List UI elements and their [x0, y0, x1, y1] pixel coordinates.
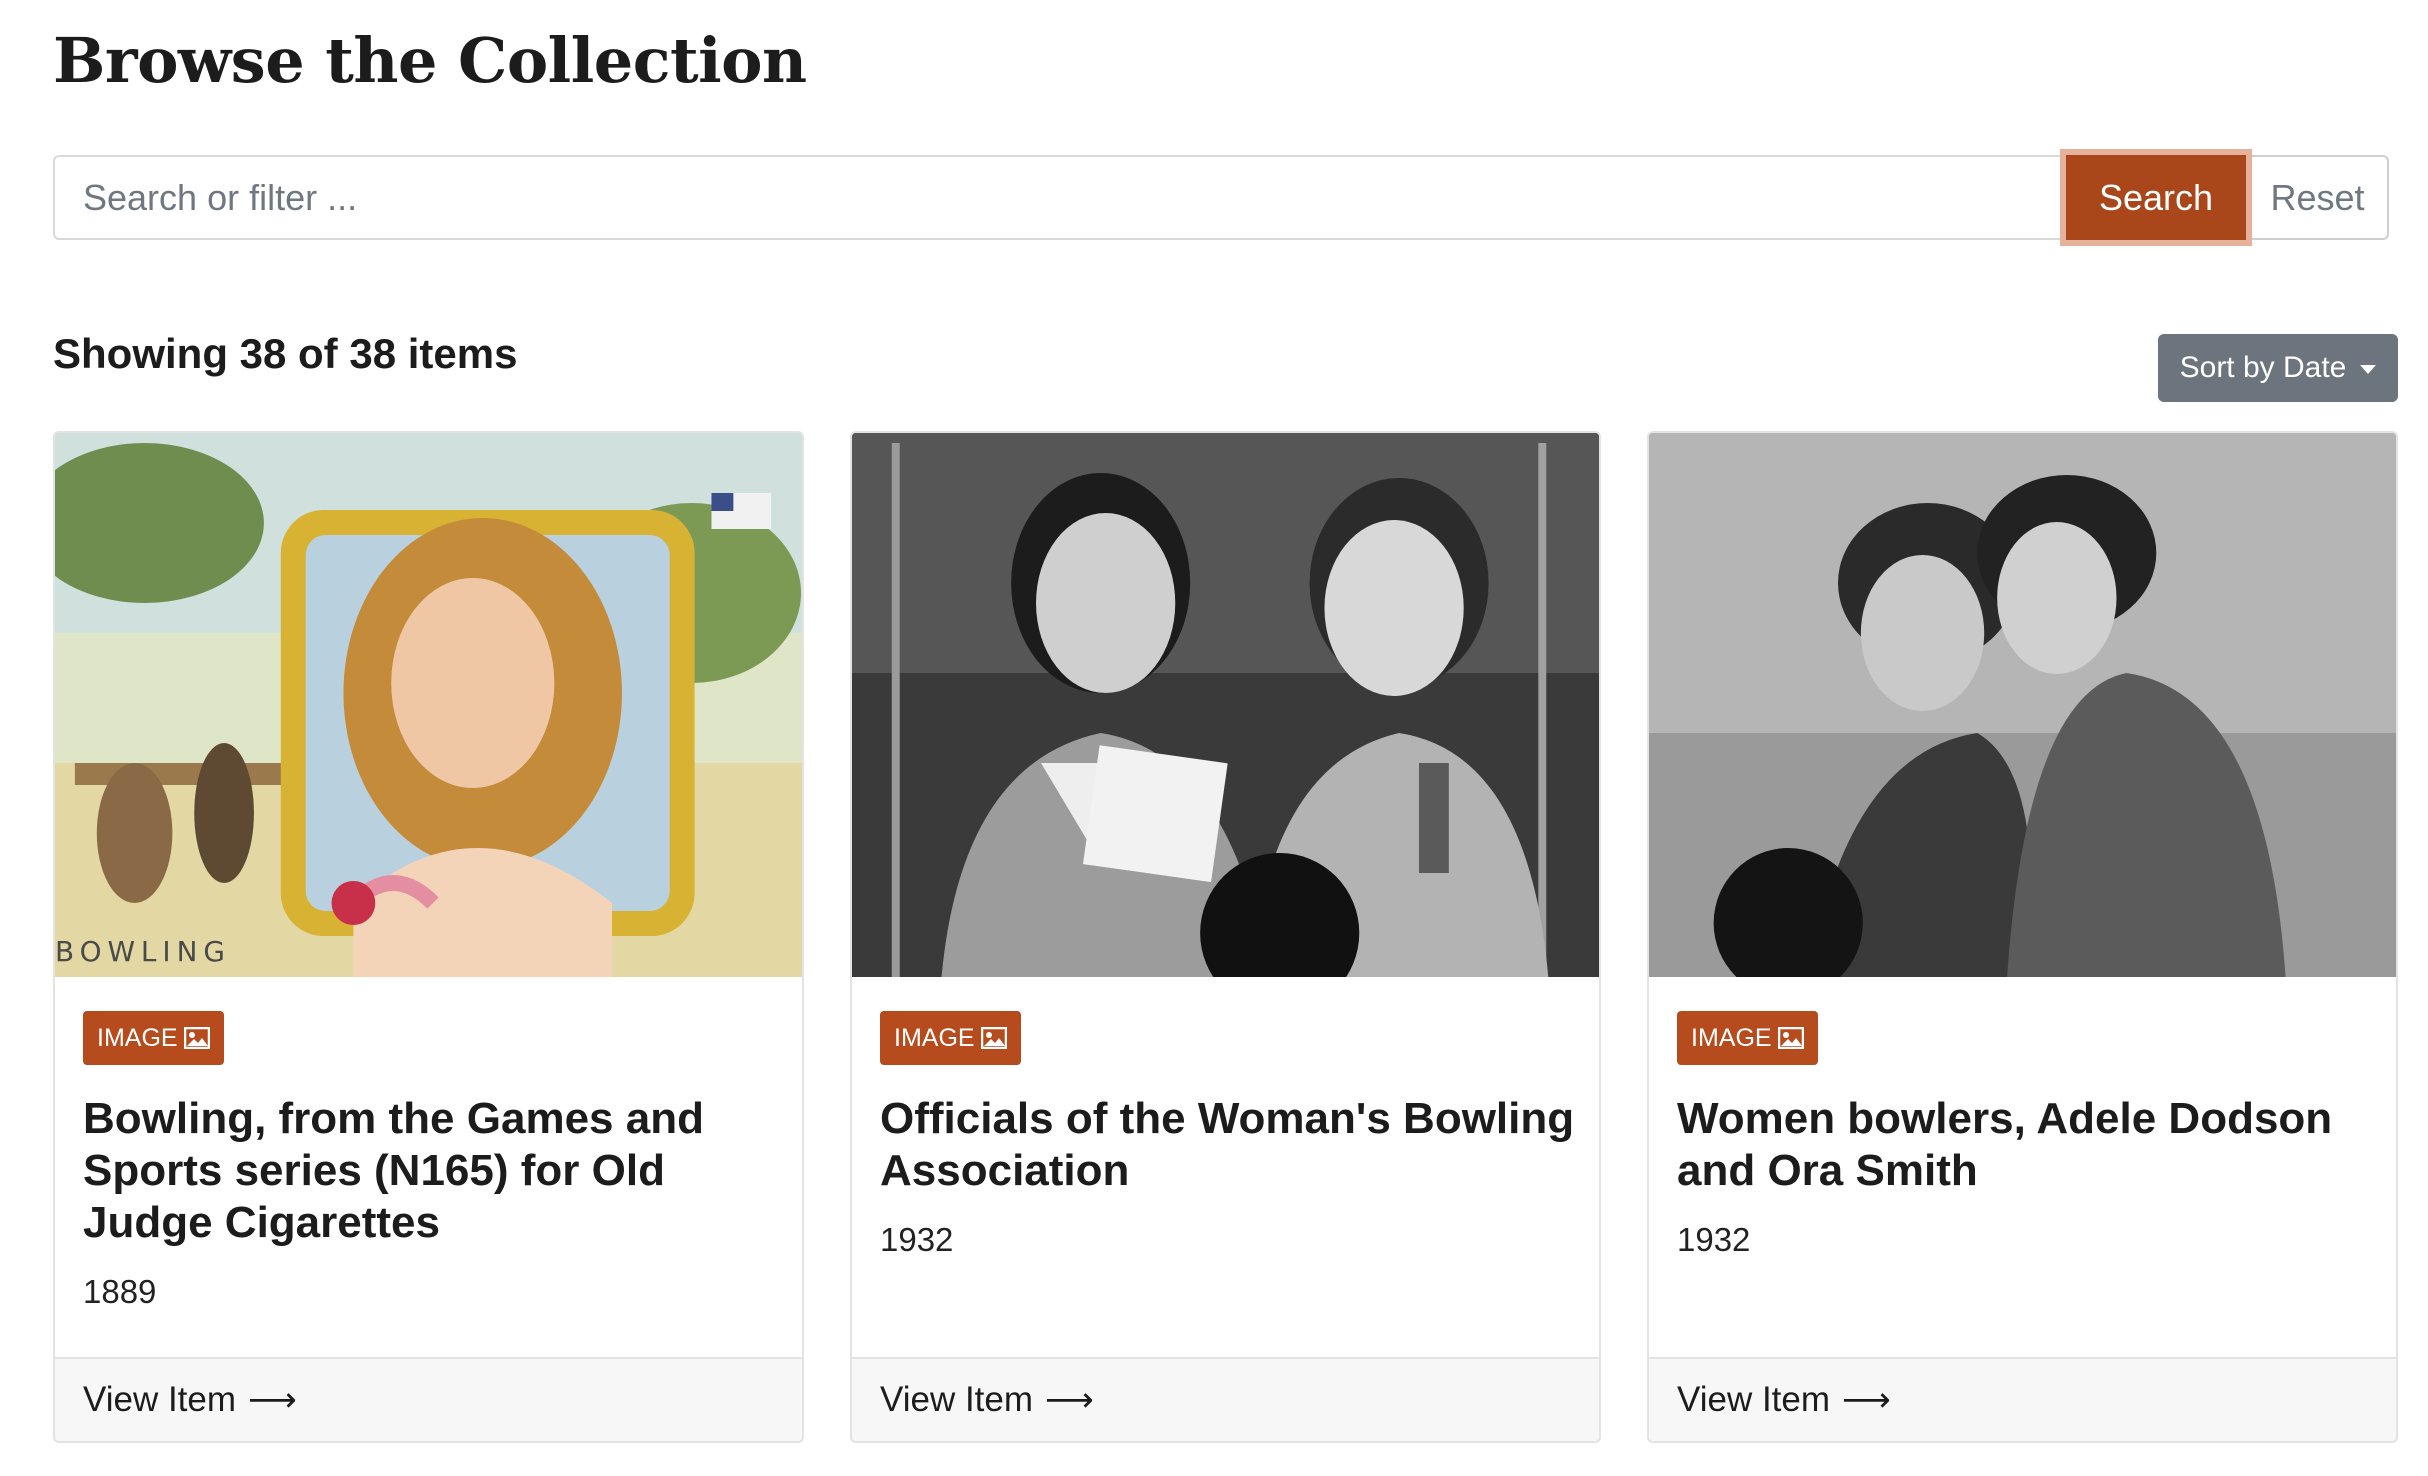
view-item-link[interactable]: View Item ⟶ [852, 1357, 1599, 1441]
arrow-right-icon: ⟶ [1045, 1380, 1094, 1420]
card-thumbnail[interactable] [852, 433, 1599, 977]
chevron-down-icon [2360, 364, 2377, 374]
card-title[interactable]: Women bowlers, Adele Dodson and Ora Smit… [1677, 1093, 2372, 1197]
image-icon [183, 1027, 210, 1049]
media-type-badge: IMAGE [1677, 1011, 1818, 1065]
image-icon [980, 1027, 1007, 1049]
arrow-right-icon: ⟶ [1842, 1380, 1891, 1420]
image-caption: BOWLING [55, 935, 231, 968]
search-input[interactable] [53, 155, 2066, 240]
bowling-trade-card-image: BOWLING [55, 433, 802, 977]
collection-card: BOWLING IMAGE Bowling, from the Games an… [53, 431, 804, 1443]
card-title[interactable]: Officials of the Woman's Bowling Associa… [880, 1093, 1575, 1197]
view-item-link[interactable]: View Item ⟶ [1649, 1357, 2396, 1441]
women-bowlers-photo-image [1649, 433, 2396, 977]
sort-dropdown-button[interactable]: Sort by Date [2158, 334, 2398, 402]
card-title[interactable]: Bowling, from the Games and Sports serie… [83, 1093, 778, 1249]
sort-label: Sort by Date [2179, 351, 2347, 384]
results-count: Showing 38 of 38 items [53, 330, 518, 377]
collection-card: IMAGE Women bowlers, Adele Dodson and Or… [1647, 431, 2398, 1443]
card-thumbnail[interactable]: BOWLING [55, 433, 802, 977]
search-button[interactable]: Search [2066, 155, 2246, 240]
card-thumbnail[interactable] [1649, 433, 2396, 977]
collection-card: IMAGE Officials of the Woman's Bowling A… [850, 431, 1601, 1443]
media-type-badge: IMAGE [83, 1011, 224, 1065]
officials-photo-image [852, 433, 1599, 977]
card-date: 1932 [1677, 1221, 1751, 1258]
media-type-badge: IMAGE [880, 1011, 1021, 1065]
reset-button[interactable]: Reset [2246, 155, 2389, 240]
page-title: Browse the Collection [53, 24, 807, 97]
view-item-link[interactable]: View Item ⟶ [55, 1357, 802, 1441]
card-date: 1932 [880, 1221, 954, 1258]
search-bar: Search Reset [53, 155, 2389, 240]
arrow-right-icon: ⟶ [248, 1380, 297, 1420]
image-icon [1777, 1027, 1804, 1049]
card-date: 1889 [83, 1273, 157, 1310]
